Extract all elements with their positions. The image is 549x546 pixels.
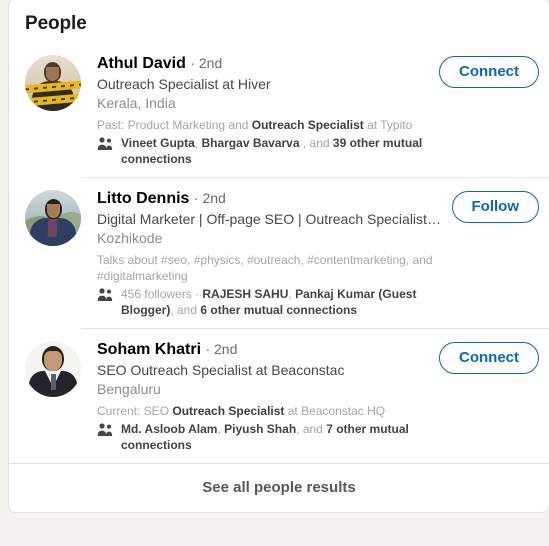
meta-suffix: at Typito [363,118,413,132]
list-item[interactable]: Litto Dennis · 2nd Digital Marketer | Of… [9,177,549,328]
avatar-image [25,55,81,111]
list-item[interactable]: Soham Khatri · 2nd SEO Outreach Speciali… [9,328,549,463]
meta-prefix: Current: SEO [97,404,173,418]
avatar-image [25,190,81,246]
person-location: Kozhikode [97,230,163,246]
meta-prefix: Talks about #seo, #physics, #outreach, #… [97,253,433,283]
mutual-name-1: RAJESH SAHU [202,287,289,301]
person-location: Kerala, India [97,95,176,111]
meta-prefix: Past: Product Marketing and [97,118,252,132]
people-icon [97,422,113,438]
meta-highlight: Outreach Specialist [251,118,364,132]
mutual-name-2: Bhargav Bavarva [201,136,300,150]
person-experience-meta: Current: SEO Outreach Specialist at Beac… [97,403,431,419]
person-name[interactable]: Soham Khatri [97,341,201,358]
people-icon [97,287,113,303]
person-headline: SEO Outreach Specialist at Beaconstac [97,362,345,378]
person-name-line[interactable]: Athul David · 2nd [97,53,431,74]
person-name[interactable]: Athul David [97,55,186,72]
mutual-name-1: Md. Asloob Alam [121,422,218,436]
person-name-line[interactable]: Soham Khatri · 2nd [97,339,431,360]
avatar-image [25,341,81,397]
person-details: Soham Khatri · 2nd SEO Outreach Speciali… [97,338,431,453]
mutual-count: 6 other mutual connections [200,303,358,317]
meta-suffix: at Beaconstac HQ [284,404,386,418]
meta-highlight: Outreach Specialist [172,404,285,418]
mutual-connections-text: Vineet Gupta, Bhargav Bavarva , and 39 o… [121,135,431,167]
action-area: Follow [444,187,539,223]
mutual-prefix: 456 followers · [121,287,203,301]
mutual-separator-2: , and [299,136,333,150]
mutual-separator-2: , and [296,422,327,436]
page-title: People [25,13,87,34]
mutual-connections[interactable]: Md. Asloob Alam, Piyush Shah, and 7 othe… [97,421,431,453]
person-location: Bengaluru [97,381,161,397]
list-item[interactable]: Athul David · 2nd Outreach Specialist at… [9,42,549,177]
avatar[interactable] [25,341,81,397]
action-area: Connect [431,52,539,88]
connect-button[interactable]: Connect [439,56,539,88]
connection-degree: · 2nd [205,341,238,357]
mutual-name-2: Piyush Shah [224,422,297,436]
mutual-connections-text: 456 followers · RAJESH SAHU, Pankaj Kuma… [121,286,437,318]
person-topics-meta: Talks about #seo, #physics, #outreach, #… [97,252,437,284]
avatar[interactable] [25,190,81,246]
person-experience-meta: Past: Product Marketing and Outreach Spe… [97,117,431,133]
mutual-connections-text: Md. Asloob Alam, Piyush Shah, and 7 othe… [121,421,431,453]
mutual-separator-2: , and [170,303,201,317]
people-results-card: People Athul David · 2nd Outreach Specia… [8,0,549,513]
person-name[interactable]: Litto Dennis [97,190,189,207]
search-results-page: People Athul David · 2nd Outreach Specia… [0,0,549,546]
people-icon [97,136,113,152]
person-details: Litto Dennis · 2nd Digital Marketer | Of… [97,187,444,318]
people-list: Athul David · 2nd Outreach Specialist at… [9,42,549,463]
person-details: Athul David · 2nd Outreach Specialist at… [97,52,431,167]
mutual-connections[interactable]: 456 followers · RAJESH SAHU, Pankaj Kuma… [97,286,437,318]
person-headline: Digital Marketer | Off-page SEO | Outrea… [97,211,444,227]
connection-degree: · 2nd [190,55,223,71]
follow-button[interactable]: Follow [451,191,539,223]
connection-degree: · 2nd [193,190,226,206]
mutual-connections[interactable]: Vineet Gupta, Bhargav Bavarva , and 39 o… [97,135,431,167]
connect-button[interactable]: Connect [439,342,539,374]
action-area: Connect [431,338,539,374]
person-headline: Outreach Specialist at Hiver [97,76,271,92]
person-name-line[interactable]: Litto Dennis · 2nd [97,188,444,209]
see-all-people-results-button[interactable]: See all people results [9,463,549,512]
avatar[interactable] [25,55,81,111]
mutual-name-1: Vineet Gupta [121,136,195,150]
